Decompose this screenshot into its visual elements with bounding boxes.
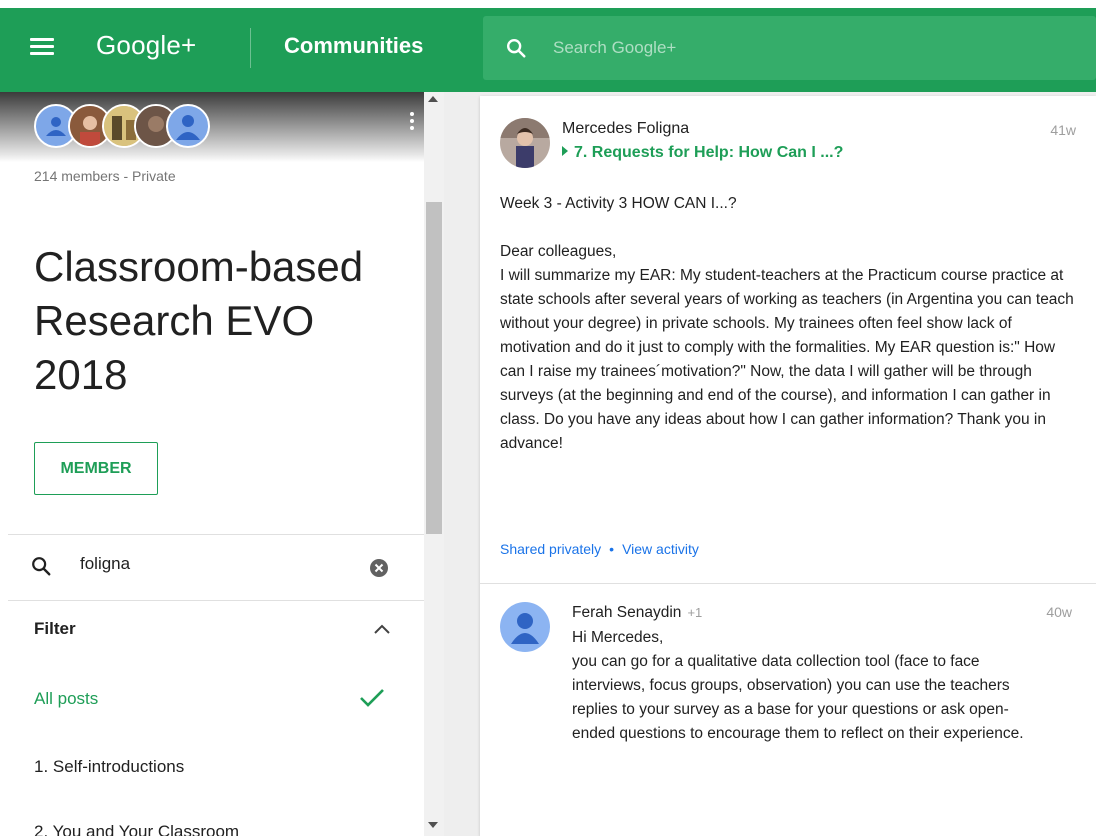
footer-separator: • xyxy=(609,541,615,557)
view-activity-link[interactable]: View activity xyxy=(622,541,699,557)
clear-search-icon[interactable] xyxy=(370,559,388,577)
divider xyxy=(480,583,1096,584)
filter-heading: Filter xyxy=(34,619,76,638)
post-category-link[interactable]: 7. Requests for Help: How Can I ...? xyxy=(562,144,843,162)
global-search-input[interactable] xyxy=(553,34,1053,62)
comment-author[interactable]: Ferah Senaydin +1 xyxy=(572,604,702,622)
post-text: I will summarize my EAR: My student-teac… xyxy=(500,267,1074,452)
post-card: Mercedes Foligna 7. Requests for Help: H… xyxy=(480,96,1096,836)
community-search-input[interactable]: foligna xyxy=(80,554,130,574)
top-bar: Google+ Communities xyxy=(0,0,1096,92)
member-button[interactable]: MEMBER xyxy=(34,442,158,495)
chevron-up-icon[interactable] xyxy=(372,622,392,636)
community-sidebar: 214 members - Private Classroom-based Re… xyxy=(0,92,444,836)
community-cover xyxy=(0,92,424,162)
check-icon xyxy=(360,689,384,707)
hamburger-menu-icon[interactable] xyxy=(30,38,54,58)
more-options-icon[interactable] xyxy=(410,112,414,133)
divider xyxy=(8,534,424,535)
member-avatar[interactable] xyxy=(166,104,210,148)
post-footer: Shared privately • View activity xyxy=(500,541,699,557)
comment-timestamp[interactable]: 40w xyxy=(1046,604,1072,620)
community-title: Classroom-based Research EVO 2018 xyxy=(34,243,364,398)
member-count: 214 members - Private xyxy=(34,168,176,184)
category-self-introductions[interactable]: 1. Self-introductions xyxy=(34,757,184,777)
post-author[interactable]: Mercedes Foligna xyxy=(562,120,689,138)
comment-text: you can go for a qualitative data collec… xyxy=(572,653,1024,742)
global-search-box[interactable] xyxy=(483,16,1096,80)
header-divider xyxy=(250,28,251,68)
sidebar-scroll-thumb[interactable] xyxy=(426,202,442,534)
search-icon xyxy=(32,557,51,576)
author-avatar[interactable] xyxy=(500,118,550,168)
comment-body: Hi Mercedes, you can go for a qualitativ… xyxy=(572,626,1032,746)
comment-greeting: Hi Mercedes, xyxy=(572,629,664,646)
brand-logo[interactable]: Google+ xyxy=(96,30,196,61)
post-title-line: Week 3 - Activity 3 HOW CAN I...? xyxy=(500,195,737,212)
scroll-down-arrow-icon[interactable] xyxy=(428,822,438,828)
caret-right-icon xyxy=(562,146,568,156)
search-icon xyxy=(507,39,526,58)
comment-author-name[interactable]: Ferah Senaydin xyxy=(572,604,681,621)
post-greeting: Dear colleagues, xyxy=(500,243,617,260)
post-timestamp[interactable]: 41w xyxy=(1050,122,1076,138)
scroll-up-arrow-icon[interactable] xyxy=(428,96,438,102)
category-all-posts[interactable]: All posts xyxy=(34,689,98,709)
post-category-label: 7. Requests for Help: How Can I ...? xyxy=(574,144,844,161)
post-body: Week 3 - Activity 3 HOW CAN I...? Dear c… xyxy=(500,192,1084,456)
commenter-avatar[interactable] xyxy=(500,602,550,652)
plus-one-count[interactable]: +1 xyxy=(687,605,702,620)
shared-privately-link[interactable]: Shared privately xyxy=(500,541,601,557)
category-you-and-your-classroom[interactable]: 2. You and Your Classroom xyxy=(34,822,239,836)
divider xyxy=(8,600,424,601)
section-title[interactable]: Communities xyxy=(284,33,423,59)
